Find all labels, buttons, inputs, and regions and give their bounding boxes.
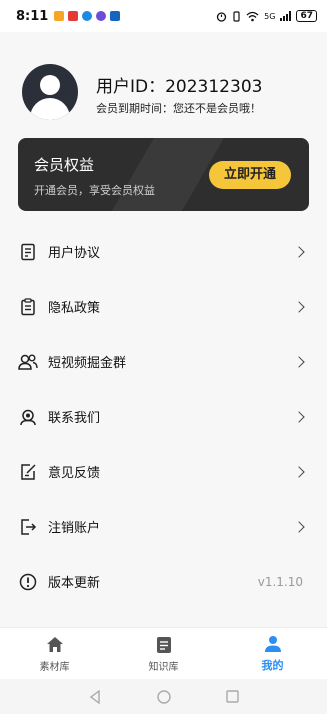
back-icon[interactable] bbox=[88, 689, 102, 704]
chevron-right-icon bbox=[293, 300, 305, 313]
status-indicators: 5G 67 bbox=[216, 10, 317, 22]
chevron-right-icon bbox=[293, 245, 305, 258]
contact-icon bbox=[18, 407, 38, 427]
wifi-icon bbox=[246, 11, 259, 21]
status-time: 8:11 bbox=[16, 8, 49, 24]
info-icon bbox=[18, 572, 38, 592]
card-title: 会员权益 bbox=[34, 156, 95, 174]
recent-apps-icon[interactable] bbox=[226, 690, 240, 704]
menu-item-contact-us[interactable]: 联系我们 bbox=[0, 389, 327, 444]
menu-item-label: 注销账户 bbox=[48, 521, 101, 536]
menu-item-label: 短视频掘金群 bbox=[48, 356, 127, 371]
chevron-right-icon bbox=[293, 520, 305, 533]
menu-item-label: 联系我们 bbox=[48, 411, 101, 426]
tab-material-library[interactable]: 素材库 bbox=[0, 628, 109, 679]
status-bar: 8:11 5G 67 bbox=[0, 0, 327, 32]
battery-icon: 67 bbox=[296, 10, 317, 22]
vibrate-icon bbox=[233, 10, 240, 22]
feedback-icon bbox=[18, 462, 38, 482]
notification-icons bbox=[54, 11, 121, 21]
menu-item-delete-account[interactable]: 注销账户 bbox=[0, 499, 327, 554]
user-id: 用户ID：202312303 bbox=[96, 77, 263, 97]
menu-item-version-update[interactable]: 版本更新 v1.1.10 bbox=[0, 554, 327, 609]
tab-knowledge-base[interactable]: 知识库 bbox=[109, 628, 218, 679]
tab-label: 素材库 bbox=[39, 661, 70, 673]
member-expire-text: 会员到期时间：您还不是会员哦！ bbox=[96, 102, 261, 115]
app-notification-icon bbox=[82, 11, 93, 21]
menu-item-user-agreement[interactable]: 用户协议 bbox=[0, 224, 327, 279]
menu-item-label: 用户协议 bbox=[48, 246, 101, 261]
open-membership-button[interactable]: 立即开通 bbox=[209, 161, 291, 189]
user-icon bbox=[263, 634, 283, 654]
signal-icon bbox=[280, 11, 292, 21]
avatar[interactable] bbox=[22, 64, 78, 120]
version-number: v1.1.10 bbox=[257, 574, 303, 589]
profile-section: 用户ID：202312303 会员到期时间：您还不是会员哦！ bbox=[0, 32, 327, 132]
network-type: 5G bbox=[264, 11, 276, 21]
alarm-icon bbox=[217, 11, 227, 22]
menu-item-label: 隐私政策 bbox=[48, 301, 101, 316]
menu-item-label: 意见反馈 bbox=[48, 466, 101, 481]
menu-item-video-group[interactable]: 短视频掘金群 bbox=[0, 334, 327, 389]
app-notification-icon bbox=[54, 11, 65, 21]
card-subtitle: 开通会员，享受会员权益 bbox=[34, 184, 155, 197]
tab-mine[interactable]: 我的 bbox=[218, 628, 327, 679]
home-icon bbox=[45, 635, 65, 655]
chevron-right-icon bbox=[293, 355, 305, 368]
bottom-nav: 素材库 知识库 我的 bbox=[0, 627, 327, 679]
group-icon bbox=[18, 352, 38, 372]
menu-item-label: 版本更新 bbox=[48, 576, 101, 591]
member-benefits-card[interactable]: 会员权益 开通会员，享受会员权益 立即开通 bbox=[18, 138, 309, 211]
logout-icon bbox=[18, 517, 38, 537]
tab-label: 我的 bbox=[261, 659, 284, 672]
tab-label: 知识库 bbox=[148, 661, 179, 673]
menu-item-feedback[interactable]: 意见反馈 bbox=[0, 444, 327, 499]
system-navigation-bar bbox=[0, 679, 327, 714]
clipboard-icon bbox=[18, 297, 38, 317]
document-icon bbox=[18, 242, 38, 262]
app-notification-icon bbox=[96, 11, 107, 21]
menu-item-privacy-policy[interactable]: 隐私政策 bbox=[0, 279, 327, 334]
chevron-right-icon bbox=[293, 410, 305, 423]
settings-menu: 用户协议 隐私政策 短视频掘金群 联系我们 意见反馈 注销账户 版本更新 v1.… bbox=[0, 224, 327, 609]
app-notification-icon bbox=[110, 11, 121, 21]
home-circle-icon[interactable] bbox=[156, 689, 171, 704]
app-notification-icon bbox=[68, 11, 79, 21]
book-icon bbox=[154, 635, 174, 655]
chevron-right-icon bbox=[293, 465, 305, 478]
